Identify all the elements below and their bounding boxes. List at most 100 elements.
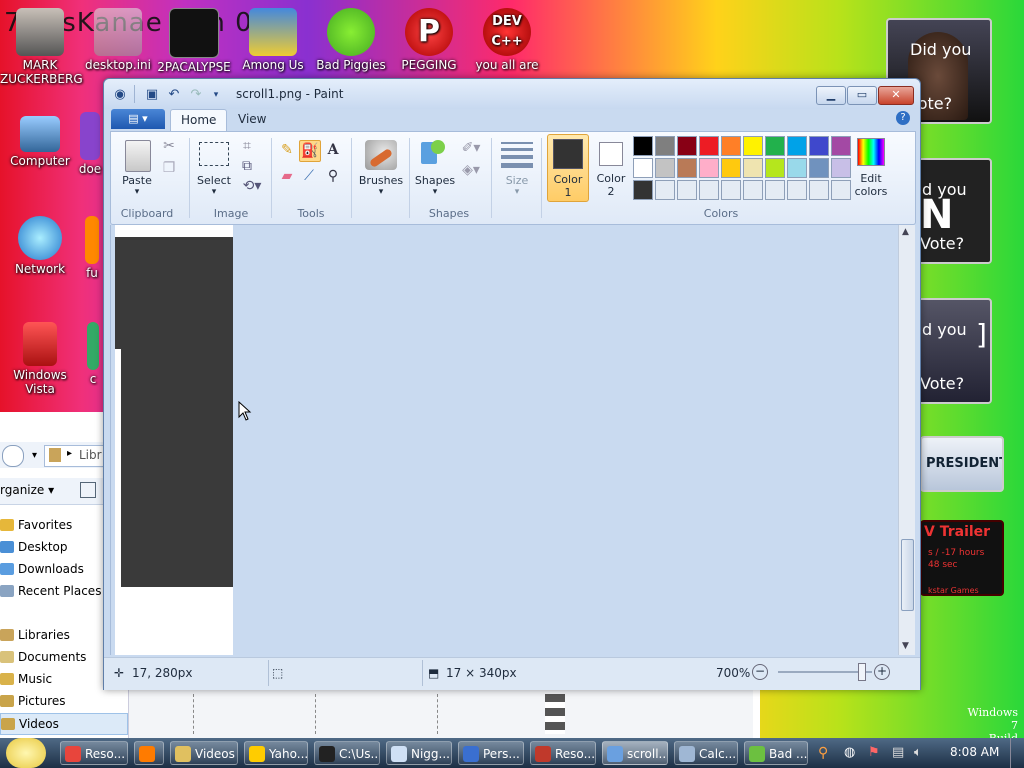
nav-libraries[interactable]: Libraries <box>0 625 70 645</box>
gadget-president[interactable]: PRESIDENT <box>920 436 1004 492</box>
palette-swatch[interactable] <box>633 136 653 156</box>
save-icon[interactable]: ▣ <box>144 87 160 103</box>
palette-swatch[interactable] <box>677 136 697 156</box>
fill-icon[interactable]: ◈▾ <box>457 160 485 180</box>
chevron-down-icon[interactable]: ▾ <box>32 450 37 461</box>
palette-swatch[interactable] <box>743 158 763 178</box>
vertical-scrollbar[interactable]: ▲ ▼ <box>898 225 915 655</box>
zoom-in-button[interactable]: + <box>874 664 890 680</box>
palette-swatch[interactable] <box>655 180 675 200</box>
resize-icon[interactable]: ⧉ <box>237 156 257 176</box>
minimize-button[interactable]: ▁ <box>816 86 846 105</box>
palette-swatch[interactable] <box>633 158 653 178</box>
shapes-button[interactable]: Shapes ▾ <box>413 138 457 198</box>
taskbar-button[interactable]: Yaho... <box>244 741 308 765</box>
select-button[interactable]: Select ▾ <box>195 138 233 198</box>
layout-icon[interactable] <box>80 482 96 498</box>
nav-pictures[interactable]: Pictures <box>0 691 66 711</box>
nav-desktop[interactable]: Desktop <box>0 537 68 557</box>
taskbar-button[interactable]: Reso... <box>530 741 596 765</box>
palette-swatch[interactable] <box>765 136 785 156</box>
palette-swatch[interactable] <box>655 136 675 156</box>
palette-swatch[interactable] <box>677 158 697 178</box>
nav-favorites[interactable]: Favorites <box>0 515 72 535</box>
desktop-icon-bad-piggies[interactable]: Bad Piggies <box>311 8 391 72</box>
paint-window[interactable]: ◉ ▣ ↶ ↷ ▾ scroll1.png - Paint ▁ ▭ ✕ ▤ ▾ … <box>103 78 921 690</box>
close-button[interactable]: ✕ <box>878 86 914 105</box>
taskbar-button[interactable]: Calc... <box>674 741 738 765</box>
nav-videos[interactable]: Videos <box>0 713 128 735</box>
color2-button[interactable]: Color 2 <box>591 134 631 200</box>
desktop-icon-windows-vista[interactable]: Windows Vista <box>0 322 80 396</box>
flag-alert-icon[interactable]: ⚑ <box>868 745 880 760</box>
outline-icon[interactable]: ✐▾ <box>457 138 485 158</box>
color-picker-icon[interactable]: ⟋ <box>299 166 319 186</box>
taskbar-button[interactable]: Bad ... <box>744 741 808 765</box>
palette-swatch[interactable] <box>809 180 829 200</box>
palette-swatch[interactable] <box>721 180 741 200</box>
scroll-up-arrow-icon[interactable]: ▲ <box>902 227 909 237</box>
desktop-icon-you-all-are[interactable]: DEV C++ you all are <box>467 8 547 72</box>
taskbar-button[interactable]: Nigg... <box>386 741 452 765</box>
desktop-icon-desktop-ini[interactable]: desktop.ini <box>78 8 158 72</box>
palette-swatch[interactable] <box>633 180 653 200</box>
palette-swatch[interactable] <box>699 136 719 156</box>
brushes-button[interactable]: Brushes ▾ <box>357 138 405 198</box>
desktop-icon-network[interactable]: Network <box>0 216 80 276</box>
paint-app-icon[interactable]: ◉ <box>112 87 128 103</box>
organize-button[interactable]: rganize ▾ <box>0 483 54 497</box>
desktop-icon-c[interactable]: c <box>82 322 104 386</box>
zoom-slider-thumb[interactable] <box>857 663 866 681</box>
network-tray-icon[interactable]: ▤ <box>892 745 904 760</box>
desktop-icon-among-us[interactable]: Among Us <box>233 8 313 72</box>
clock[interactable]: 8:08 AM <box>950 745 999 759</box>
undo-icon[interactable]: ↶ <box>166 87 182 103</box>
palette-swatch[interactable] <box>655 158 675 178</box>
video-thumbnail[interactable] <box>545 694 565 734</box>
edit-colors-button[interactable]: Edit colors <box>849 134 889 200</box>
taskbar-button[interactable]: scroll... <box>602 741 668 765</box>
palette-swatch[interactable] <box>831 136 851 156</box>
search-icon[interactable]: ⚲ <box>818 745 828 761</box>
paste-button[interactable]: Paste ▾ <box>117 138 157 198</box>
image-canvas[interactable] <box>115 225 233 655</box>
maximize-button[interactable]: ▭ <box>847 86 877 105</box>
rotate-icon[interactable]: ⟲▾ <box>237 176 267 196</box>
start-button[interactable] <box>6 738 46 768</box>
copy-icon[interactable]: ❐ <box>159 158 179 178</box>
palette-swatch[interactable] <box>743 180 763 200</box>
text-icon[interactable]: A <box>323 140 343 160</box>
palette-swatch[interactable] <box>699 158 719 178</box>
desktop-icon-fu[interactable]: fu <box>80 216 104 280</box>
palette-swatch[interactable] <box>831 180 851 200</box>
redo-icon[interactable]: ↷ <box>188 87 204 103</box>
canvas-area[interactable] <box>110 225 899 655</box>
palette-swatch[interactable] <box>787 180 807 200</box>
taskbar-button[interactable] <box>134 741 164 765</box>
paint-menu-button[interactable]: ▤ ▾ <box>111 109 165 129</box>
tray-icon[interactable]: ◍ <box>844 745 855 760</box>
nav-music[interactable]: Music <box>0 669 52 689</box>
fill-bucket-icon[interactable]: ⛽ <box>299 140 321 162</box>
show-desktop-button[interactable] <box>1010 738 1024 768</box>
zoom-out-button[interactable]: − <box>752 664 768 680</box>
taskbar-button[interactable]: Pers... <box>458 741 524 765</box>
nav-documents[interactable]: Documents <box>0 647 86 667</box>
palette-swatch[interactable] <box>765 158 785 178</box>
palette-swatch[interactable] <box>765 180 785 200</box>
nav-recent-places[interactable]: Recent Places <box>0 581 101 601</box>
desktop-icon-mark-zuckerberg[interactable]: MARK ZUCKERBERG <box>0 8 83 86</box>
customize-quick-access-icon[interactable]: ▾ <box>208 87 224 103</box>
tab-view[interactable]: View <box>228 109 276 130</box>
volume-icon[interactable]: 🔈︎ <box>914 745 922 760</box>
taskbar-button[interactable]: Videos <box>170 741 238 765</box>
palette-swatch[interactable] <box>809 136 829 156</box>
palette-swatch[interactable] <box>787 136 807 156</box>
pencil-icon[interactable]: ✎ <box>277 140 297 160</box>
palette-swatch[interactable] <box>721 136 741 156</box>
scrollbar-thumb[interactable] <box>901 539 914 611</box>
palette-swatch[interactable] <box>831 158 851 178</box>
cut-icon[interactable]: ✂ <box>159 136 179 156</box>
crop-icon[interactable]: ⌗ <box>237 136 257 156</box>
gadget-trailer[interactable]: V Trailer s / -17 hours 48 sec kstar Gam… <box>920 520 1004 596</box>
